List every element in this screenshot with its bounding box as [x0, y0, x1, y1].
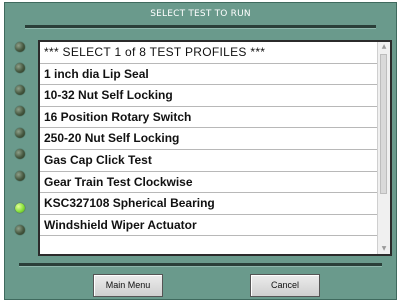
- status-led-icon: [15, 171, 25, 181]
- list-scrollbar[interactable]: ▲ ▼: [377, 42, 390, 254]
- list-item[interactable]: 1 inch dia Lip Seal: [40, 64, 378, 86]
- status-led-icon: [15, 128, 25, 138]
- scrollbar-thumb[interactable]: [380, 54, 387, 194]
- test-profile-list: *** SELECT 1 of 8 TEST PROFILES *** 1 in…: [40, 42, 378, 237]
- list-item[interactable]: 10-32 Nut Self Locking: [40, 85, 378, 107]
- test-selection-panel: SELECT TEST TO RUN *** SELECT 1 of 8 TES…: [4, 2, 397, 300]
- dialog-title: SELECT TEST TO RUN: [150, 9, 251, 19]
- main-menu-button[interactable]: Main Menu: [93, 274, 163, 297]
- list-item[interactable]: Gear Train Test Clockwise: [40, 172, 378, 194]
- list-item[interactable]: 250-20 Nut Self Locking: [40, 128, 378, 150]
- status-led-icon: [15, 225, 25, 235]
- test-profile-listbox[interactable]: *** SELECT 1 of 8 TEST PROFILES *** 1 in…: [38, 40, 392, 256]
- title-divider: [25, 25, 376, 29]
- scroll-up-arrow-icon[interactable]: ▲: [378, 42, 390, 52]
- list-header-row[interactable]: *** SELECT 1 of 8 TEST PROFILES ***: [40, 42, 378, 64]
- cancel-button[interactable]: Cancel: [250, 274, 320, 297]
- status-led-icon: [15, 106, 25, 116]
- status-led-icon: [15, 42, 25, 52]
- list-item[interactable]: KSC327108 Spherical Bearing: [40, 193, 378, 215]
- footer-divider: [19, 263, 382, 267]
- status-led-icon: [15, 63, 25, 73]
- list-item[interactable]: Gas Cap Click Test: [40, 150, 378, 172]
- status-led-icon: [15, 203, 25, 213]
- list-item[interactable]: 16 Position Rotary Switch: [40, 107, 378, 129]
- status-led-icon: [15, 85, 25, 95]
- scroll-down-arrow-icon[interactable]: ▼: [378, 244, 390, 254]
- list-item[interactable]: Windshield Wiper Actuator: [40, 215, 378, 237]
- status-led-icon: [15, 149, 25, 159]
